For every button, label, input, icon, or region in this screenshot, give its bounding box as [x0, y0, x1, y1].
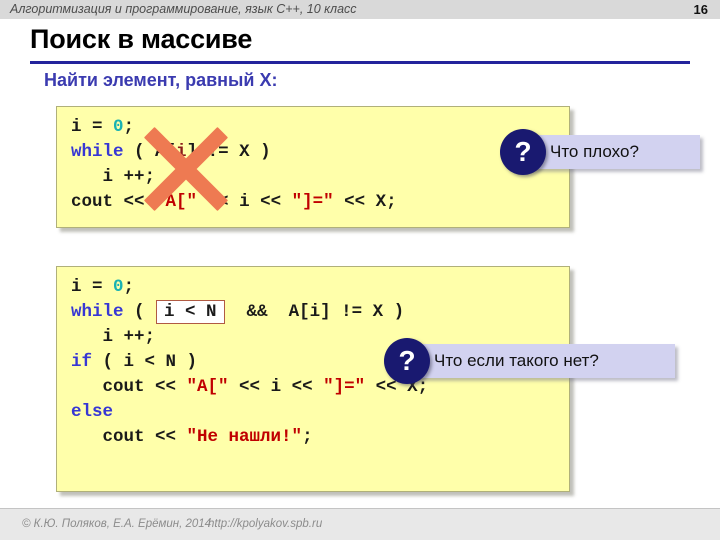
code-line: i ++; [71, 327, 156, 347]
code-token-op: << [260, 192, 282, 212]
footer-copyright: © К.Ю. Поляков, Е.А. Ерёмин, 2014 [22, 518, 212, 530]
code-line: else [71, 402, 113, 422]
code-token-op: = [81, 277, 114, 297]
code-block-incorrect: i = 0; while ( A[i] != X ) i ++; cout <<… [56, 106, 570, 228]
code-line: while ( i < N && A[i] != X ) [71, 300, 405, 324]
code-token-op: << [344, 192, 366, 212]
callout-label: Что плохо? [550, 142, 639, 161]
code-line: cout << "Не нашли!"; [71, 427, 313, 447]
code-token-op: << [239, 377, 261, 397]
code-token-var: i [71, 117, 82, 137]
title-divider [30, 61, 690, 64]
code-token-keyword-while: while [71, 302, 124, 322]
code-token-keyword-if: if [71, 352, 93, 372]
callout-label: Что если такого нет? [434, 351, 599, 370]
code-token-string: "]=" [281, 192, 345, 212]
code-token-op: << [155, 377, 177, 397]
code-token-op: << [207, 192, 229, 212]
code-line: if ( i < N ) [71, 352, 197, 372]
code-token-op: << [291, 377, 313, 397]
code-token-condition: ( i < N ) [92, 352, 198, 372]
code-token-paren: ( [123, 302, 156, 322]
code-token-keyword-while: while [71, 142, 124, 162]
question-mark-icon: ? [384, 338, 430, 384]
callout-what-is-wrong: ? Что плохо? [500, 129, 700, 175]
code-token-number: 0 [113, 117, 124, 137]
code-token-compare: != X ) [330, 302, 405, 322]
code-token-var: i [228, 192, 261, 212]
code-token-string: "A[" [144, 192, 208, 212]
code-token-cout: cout [71, 427, 156, 447]
page-number: 16 [693, 2, 708, 17]
course-title: Алгоритмизация и программирование, язык … [10, 2, 357, 16]
code-token-cout: cout [71, 192, 124, 212]
code-line: cout << "A[" << i << "]=" << X; [71, 192, 397, 212]
code-line: i = 0; [71, 117, 134, 137]
slide-subtitle: Найти элемент, равный X: [44, 70, 278, 90]
code-token-semicolon: ; [123, 277, 135, 297]
code-token-compare: != X ) [197, 142, 271, 162]
code-token-index: i [176, 142, 187, 162]
code-token-semicolon: ; [123, 117, 135, 137]
code-token-and: && [225, 302, 289, 322]
code-token-array: A[ [155, 142, 177, 162]
code-token-var: i [260, 377, 292, 397]
code-token-array: A[ [288, 302, 310, 322]
code-token-array-close: ] [320, 302, 331, 322]
code-token-index: i [309, 302, 321, 322]
code-token-array-close: ] [186, 142, 198, 162]
code-line: i = 0; [71, 277, 134, 297]
code-token-semicolon: ; [302, 427, 313, 447]
code-token-keyword-else: else [71, 402, 114, 422]
code-token-op: << [155, 427, 177, 447]
code-token-paren: ( [123, 142, 156, 162]
code-token-var: i [71, 277, 82, 297]
highlighted-condition: i < N [156, 300, 225, 324]
page-title: Поиск в массиве [30, 24, 253, 54]
code-token-op: << [123, 192, 145, 212]
footer-url[interactable]: http://kpolyakov.spb.ru [208, 518, 322, 530]
code-token-cout: cout [71, 377, 156, 397]
code-token-op: = [81, 117, 114, 137]
code-token-var: X; [365, 192, 397, 212]
code-line: cout << "A[" << i << "]=" << X; [71, 377, 429, 397]
code-token-string: "Не нашли!" [176, 427, 303, 447]
code-token-number: 0 [113, 277, 124, 297]
code-token-string: "]=" [312, 377, 376, 397]
code-token-string: "A[" [176, 377, 240, 397]
callout-what-if-absent: ? Что если такого нет? [384, 338, 675, 384]
code-block-corrected: i = 0; while ( i < N && A[i] != X ) i ++… [56, 266, 570, 492]
code-line: while ( A[i] != X ) [71, 142, 271, 162]
code-line: i ++; [71, 167, 156, 187]
question-mark-icon: ? [500, 129, 546, 175]
